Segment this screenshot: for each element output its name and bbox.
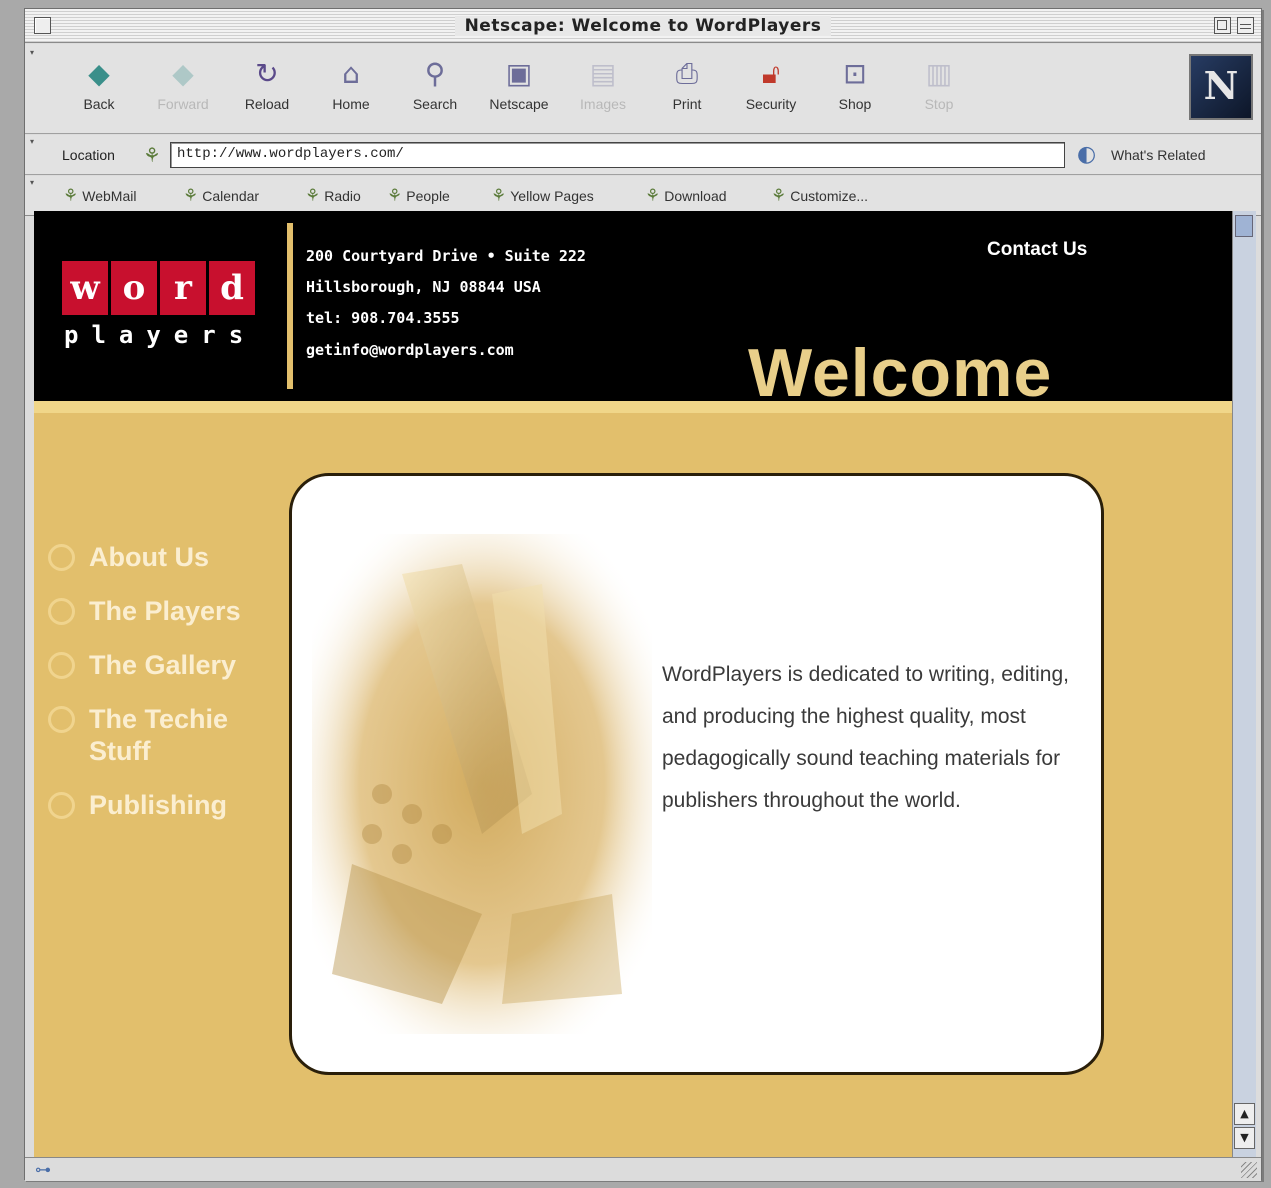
collapse-box-icon[interactable] [1237,17,1254,34]
vertical-scrollbar[interactable]: ▲ ▼ [1232,211,1256,1157]
toolbar-grip-icon[interactable]: ▾ [30,48,38,57]
search-button[interactable]: ⚲ Search [395,56,475,118]
side-navigation: About Us The Players The Gallery The Tec… [48,541,288,843]
status-bar: ⊶ [25,1157,1261,1181]
circle-bullet-icon [48,652,75,679]
window-title: Netscape: Welcome to WordPlayers [454,16,832,36]
forward-arrow-icon: ◆ [172,57,194,90]
shop-button[interactable]: ⊡ Shop [815,56,895,118]
toolbar-grip-icon[interactable]: ▾ [30,137,38,146]
browser-window: Netscape: Welcome to WordPlayers ▾ ◆ Bac… [24,8,1262,1181]
nav-item-the-players[interactable]: The Players [48,595,288,627]
nav-item-the-gallery[interactable]: The Gallery [48,649,288,681]
bookmark-icon: ⚘ [305,186,321,205]
netscape-icon: ▣ [505,57,533,90]
bookmark-icon: ⚘ [491,186,507,205]
site-logo[interactable]: w o r d [62,261,258,315]
forward-button[interactable]: ◆ Forward [143,56,223,118]
bookmark-icon: ⚘ [387,186,403,205]
netscape-button[interactable]: ▣ Netscape [479,56,559,118]
scroll-up-arrow-icon[interactable]: ▲ [1234,1103,1255,1125]
bookmark-icon: ⚘ [183,186,199,205]
header-stripe [34,401,1232,413]
zoom-box-icon[interactable] [1214,17,1231,34]
lock-icon: 🔓︎ [761,57,781,90]
scroll-down-arrow-icon[interactable]: ▼ [1234,1127,1255,1149]
nav-item-the-techie-stuff[interactable]: The Techie Stuff [48,703,248,767]
home-icon: ⌂ [342,57,360,90]
logo-letter: r [160,261,206,315]
personal-toolbar: ▾ ⚘ WebMail ⚘ Calendar ⚘ Radio ⚘ People ⚘ Yel… [25,176,1261,216]
whats-related-icon[interactable]: ◐ [1077,142,1096,167]
personal-item-yellow-pages[interactable]: ⚘ Yellow Pages [491,186,594,206]
toolbar-grip-icon[interactable]: ▾ [30,178,38,187]
page-title: Welcome [748,335,1053,411]
bookmark-icon: ⚘ [645,186,661,205]
decorative-photo [312,534,652,1034]
address-line: Hillsborough, NJ 08844 USA [306,278,541,296]
home-button[interactable]: ⌂ Home [311,56,391,118]
page-proxy-icon[interactable]: ⚘ [143,143,161,167]
back-arrow-icon: ◆ [88,57,110,90]
reload-button[interactable]: ↻ Reload [227,56,307,118]
page-viewport: w o r d players 200 Courtyard Drive • Su… [34,211,1232,1157]
netscape-logo[interactable]: N [1189,54,1253,120]
contact-us-link[interactable]: Contact Us [987,239,1087,261]
title-bar[interactable]: Netscape: Welcome to WordPlayers [25,9,1261,43]
circle-bullet-icon [48,792,75,819]
scroll-thumb[interactable] [1235,215,1253,237]
personal-item-customize[interactable]: ⚘ Customize... [771,186,868,206]
shop-icon: ⊡ [843,57,867,90]
whats-related-button[interactable]: What's Related [1111,147,1206,163]
reload-icon: ↻ [255,57,279,90]
site-header: w o r d players 200 Courtyard Drive • Su… [34,211,1232,407]
logo-letter: d [209,261,255,315]
personal-item-webmail[interactable]: ⚘ WebMail [63,186,136,206]
location-label: Location [62,147,115,163]
welcome-card: WordPlayers is dedicated to writing, edi… [289,473,1104,1075]
stop-button[interactable]: ▥ Stop [899,56,979,118]
logo-letter: w [62,261,108,315]
nav-item-publishing[interactable]: Publishing [48,789,288,821]
personal-item-radio[interactable]: ⚘ Radio [305,186,361,206]
connection-status-icon[interactable]: ⊶ [35,1160,51,1179]
logo-letter: o [111,261,157,315]
search-icon: ⚲ [424,57,446,90]
circle-bullet-icon [48,706,75,733]
location-toolbar: ▾ Location ⚘ http://www.wordplayers.com/… [25,135,1261,175]
navigation-toolbar: ▾ ◆ Back ◆ Forward ↻ Reload ⌂ Home ⚲ Sea… [25,44,1261,134]
personal-item-people[interactable]: ⚘ People [387,186,450,206]
images-button[interactable]: ▤ Images [563,56,643,118]
url-field[interactable]: http://www.wordplayers.com/ [170,142,1065,168]
phone-line: tel: 908.704.3555 [306,309,460,327]
logo-subtitle: players [64,321,257,349]
print-icon: ⎙ [675,57,699,90]
address-line: 200 Courtyard Drive • Suite 222 [306,247,586,265]
personal-item-calendar[interactable]: ⚘ Calendar [183,186,259,206]
email-link[interactable]: getinfo@wordplayers.com [306,341,514,359]
bookmark-icon: ⚘ [771,186,787,205]
circle-bullet-icon [48,598,75,625]
bookmark-icon: ⚘ [63,186,79,205]
intro-paragraph: WordPlayers is dedicated to writing, edi… [662,663,1069,812]
images-icon: ▤ [589,57,617,90]
security-button[interactable]: 🔓︎ Security [731,56,811,118]
resize-grip-icon[interactable] [1241,1162,1257,1178]
print-button[interactable]: ⎙ Print [647,56,727,118]
header-divider [287,223,293,389]
stop-icon: ▥ [925,57,953,90]
circle-bullet-icon [48,544,75,571]
back-button[interactable]: ◆ Back [59,56,139,118]
nav-item-about-us[interactable]: About Us [48,541,288,573]
personal-item-download[interactable]: ⚘ Download [645,186,727,206]
